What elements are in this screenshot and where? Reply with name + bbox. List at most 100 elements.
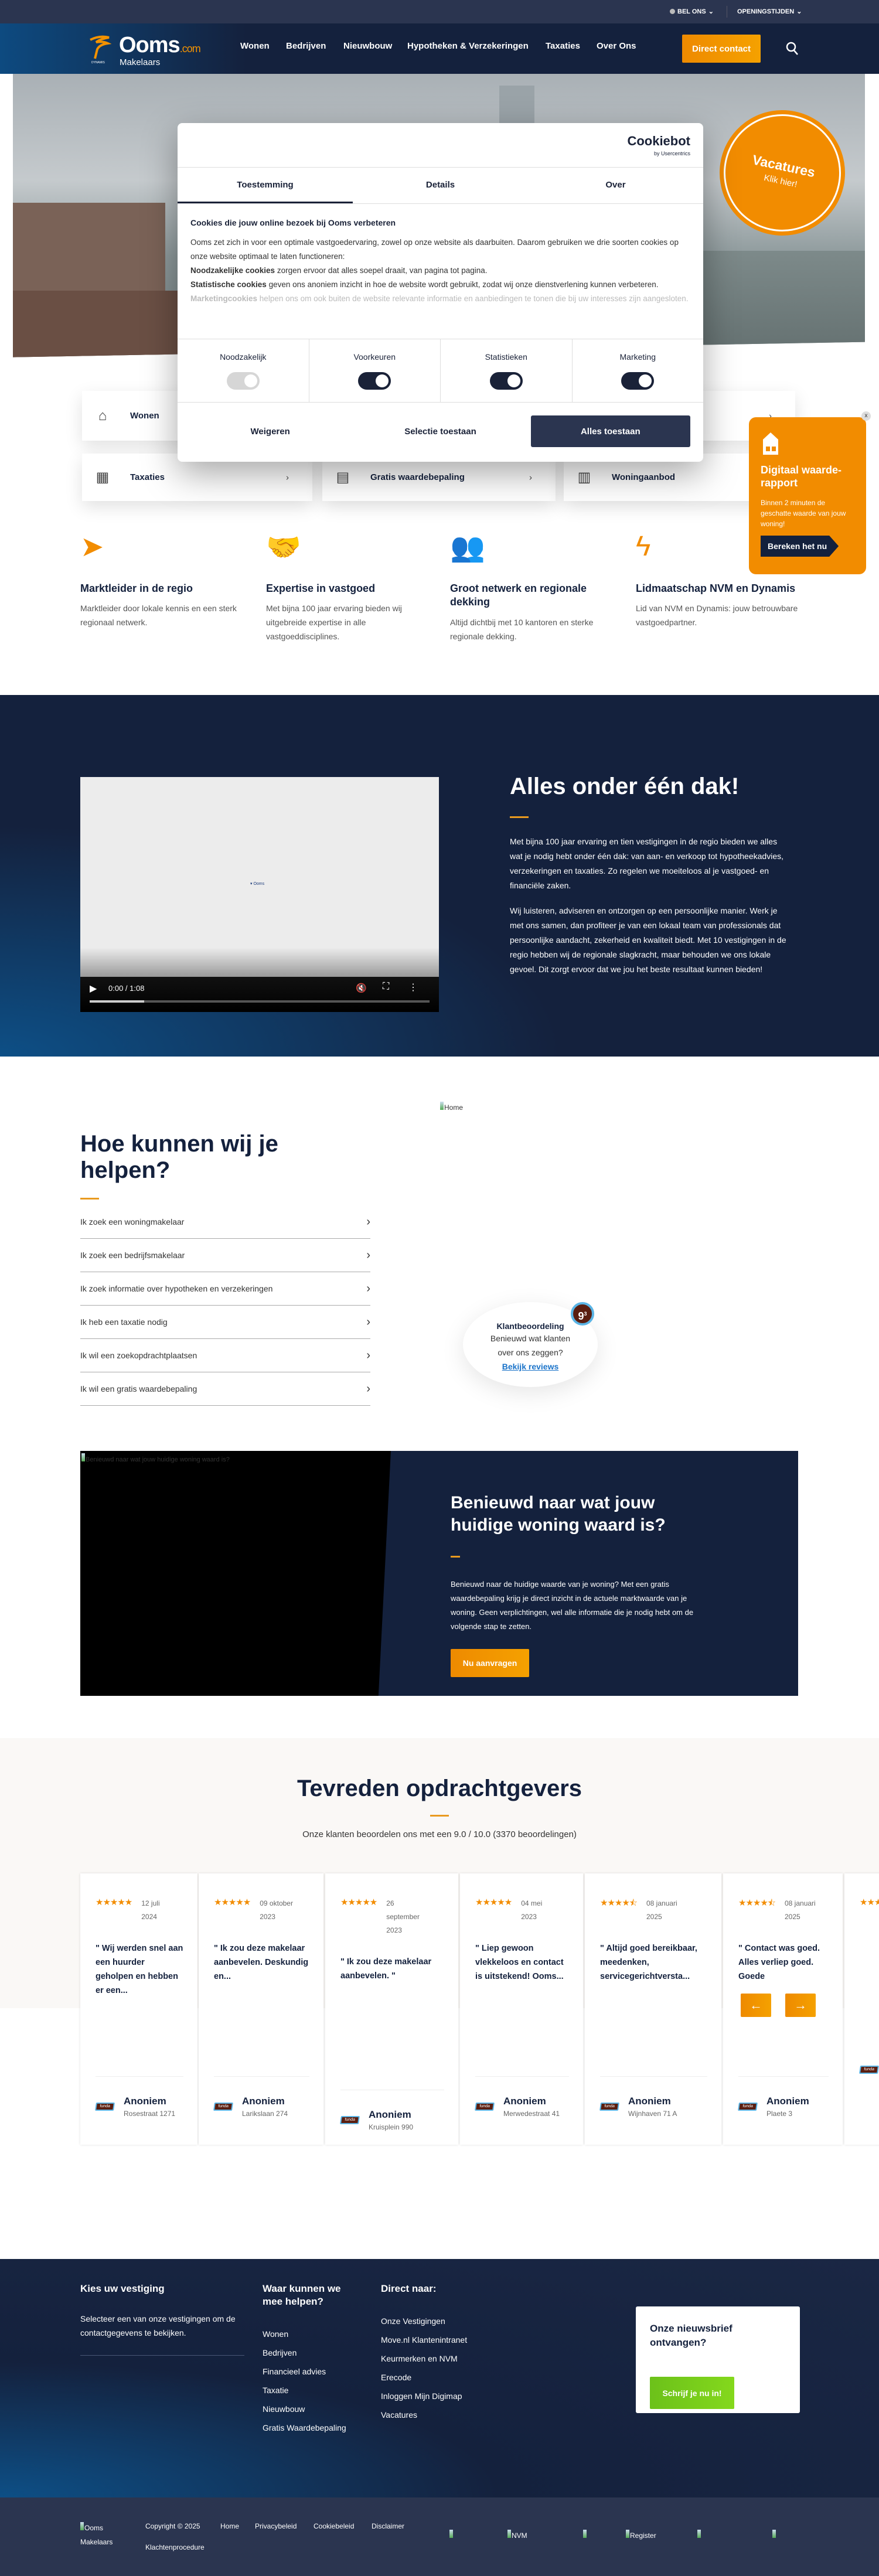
certification-badge[interactable]: Register [626, 2530, 656, 2540]
reviewer-name: Anoniem [628, 2095, 671, 2107]
newsletter-box: Onze nieuwsbrief ontvangen? Schrijf je n… [636, 2306, 800, 2413]
certification-badge[interactable]: NVM [507, 2530, 527, 2540]
deny-button[interactable]: Weigeren [190, 415, 350, 447]
help-item-label: Ik wil een zoekopdrachtplaatsen [80, 1351, 197, 1360]
help-item[interactable]: Ik heb een taxatie nodig › [80, 1306, 370, 1339]
quicklink-label: Gratis waardebepaling [370, 472, 465, 482]
cookie-term: Statistische cookies [190, 280, 267, 289]
funda-logo: funda [340, 2116, 360, 2124]
help-item[interactable]: Ik zoek een bedrijfsmakelaar › [80, 1239, 370, 1272]
footer-logo[interactable]: Ooms Makelaars [80, 2521, 115, 2549]
mute-icon[interactable]: 🔇 [356, 983, 367, 993]
nav-bedrijven[interactable]: Bedrijven [286, 41, 326, 51]
toggle-label: Voorkeuren [353, 352, 396, 362]
footer-link[interactable]: Move.nl Klantenintranet [381, 2330, 486, 2349]
view-reviews-link[interactable]: Bekijk reviews [502, 1362, 559, 1371]
cookiebot-sub: by Usercentrics [653, 151, 690, 156]
fullscreen-icon[interactable]: ⛶ [383, 982, 389, 992]
footer-link-home[interactable]: Home [220, 2522, 239, 2530]
footer-link[interactable]: Nieuwbouw [263, 2400, 362, 2418]
cookie-term: Noodzakelijke cookies [190, 266, 275, 275]
footer-link[interactable]: Wonen [263, 2325, 362, 2343]
call-us-dropdown[interactable]: BEL ONS ⌄ [670, 8, 714, 15]
footer-text: Selecteer een van onze vestigingen om de… [80, 2314, 236, 2338]
help-item[interactable]: Ik zoek informatie over hypotheken en ve… [80, 1272, 370, 1306]
reviewer-address: Merwedestraat 41 [503, 2110, 560, 2118]
subscribe-button[interactable]: Schrijf je nu in! [650, 2377, 734, 2409]
opening-hours-dropdown[interactable]: OPENINGSTIJDEN ⌄ [737, 8, 802, 16]
certification-badge[interactable] [583, 2530, 587, 2540]
nav-wonen[interactable]: Wonen [240, 41, 270, 51]
search-icon[interactable] [785, 41, 799, 56]
divider [430, 1815, 449, 1817]
house-icon: ⌂ [98, 407, 107, 424]
score-decimal: 3 [584, 1311, 587, 1317]
main-header: Ooms.com DYNAMIS Makelaars Wonen Bedrijv… [0, 23, 879, 74]
footer-link[interactable]: Bedrijven [263, 2343, 362, 2362]
copyright: Copyright © 2025 [145, 2522, 200, 2530]
divider [510, 816, 529, 818]
direct-contact-button[interactable]: Direct contact [682, 35, 761, 63]
footer-link-cookies[interactable]: Cookiebeleid [314, 2522, 354, 2530]
help-item[interactable]: Ik zoek een woningmakelaar › [80, 1205, 370, 1239]
call-label: BEL ONS [677, 8, 706, 15]
review-card: ★★★★★ 12 juli 2024 " Wij werden snel aan e… [80, 1873, 197, 2145]
consent-noodzakelijk: Noodzakelijk [178, 339, 309, 402]
help-item-label: Ik heb een taxatie nodig [80, 1317, 168, 1327]
reviews-subtitle: Onze klanten beoordelen ons met een 9.0 … [302, 1829, 577, 1839]
footer-link[interactable]: Taxatie [263, 2381, 362, 2400]
footer-link[interactable]: Onze Vestigingen [381, 2312, 486, 2330]
arrow-right-icon: → [794, 1998, 807, 2012]
footer-link[interactable]: Inloggen Mijn Digimap [381, 2387, 486, 2405]
funda-logo: funda [599, 2103, 619, 2111]
nav-over-ons[interactable]: Over Ons [597, 41, 636, 51]
nav-taxaties[interactable]: Taxaties [546, 41, 580, 51]
video-progress-bar[interactable] [90, 1000, 430, 1003]
chevron-down-icon: ⌄ [796, 8, 802, 15]
certification-badge[interactable] [697, 2530, 701, 2540]
tab-details[interactable]: Details [353, 168, 528, 203]
help-item-label: Ik zoek informatie over hypotheken en ve… [80, 1284, 273, 1293]
certification-badge[interactable] [772, 2530, 776, 2540]
close-icon[interactable]: x [861, 411, 871, 421]
footer-link[interactable]: Vacatures [381, 2405, 486, 2424]
star-rating: ★★★★★ [475, 1897, 512, 1907]
footer-link[interactable]: Financieel advies [263, 2362, 362, 2381]
play-icon[interactable]: ▶ [90, 983, 97, 994]
footer-link-privacy[interactable]: Privacybeleid [255, 2522, 297, 2530]
certification-badge[interactable] [449, 2530, 454, 2540]
more-options-icon[interactable]: ⋮ [408, 982, 418, 993]
feature-item: 👥 Groot netwerk en regionale dekking Altij… [450, 530, 620, 643]
prev-review-button[interactable]: ← [741, 1994, 771, 2017]
toggle-label: Statistieken [485, 352, 527, 362]
floorplan-icon: ▦ [96, 469, 110, 485]
footer-link-disclaimer[interactable]: Disclaimer [372, 2522, 404, 2530]
allow-selection-button[interactable]: Selectie toestaan [360, 415, 520, 447]
nav-nieuwbouw[interactable]: Nieuwbouw [343, 41, 392, 51]
feature-text: Altijd dichtbij met 10 kantoren en sterk… [450, 617, 594, 641]
logo[interactable]: Ooms.com DYNAMIS Makelaars [87, 33, 204, 68]
allow-all-button[interactable]: Alles toestaan [530, 415, 690, 447]
request-now-button[interactable]: Nu aanvragen [451, 1649, 529, 1677]
nav-hypotheken[interactable]: Hypotheken & Verzekeringen [407, 41, 529, 51]
footer-link[interactable]: Keurmerken en NVM Erecode [381, 2349, 486, 2387]
chevron-right-icon: › [366, 1248, 370, 1262]
footer-link-complaints[interactable]: Klachtenprocedure [145, 2543, 205, 2551]
review-card: ★★★★★ 09 oktober 2023 " Ik zou deze makela… [199, 1873, 323, 2145]
tab-over[interactable]: Over [528, 168, 703, 203]
next-review-button[interactable]: → [785, 1994, 816, 2017]
help-item[interactable]: Ik wil een zoekopdrachtplaatsen › [80, 1339, 370, 1372]
footer-link[interactable]: Gratis Waardebepaling [263, 2418, 362, 2437]
consent-toggle[interactable] [489, 372, 523, 390]
video-player[interactable]: ▾ Ooms ▶ 0:00 / 1:08 🔇 ⛶ ⋮ [80, 777, 439, 1012]
consent-marketing: Marketing [573, 339, 704, 402]
help-item-label: Ik zoek een bedrijfsmakelaar [80, 1250, 185, 1260]
cookie-term-text: zorgen ervoor dat alles soepel draait, v… [275, 266, 488, 275]
footer-bottom-bar: Ooms Makelaars Copyright © 2025 Home Pri… [0, 2497, 879, 2576]
reviewer-name: Anoniem [242, 2095, 285, 2107]
consent-toggle[interactable] [358, 372, 391, 390]
consent-toggle[interactable] [621, 372, 655, 390]
valuation-banner: Benieuwd naar wat jouw huidige woning wa… [80, 1451, 798, 1696]
tab-toestemming[interactable]: Toestemming [178, 168, 353, 203]
help-item[interactable]: Ik wil een gratis waardebepaling › [80, 1372, 370, 1406]
